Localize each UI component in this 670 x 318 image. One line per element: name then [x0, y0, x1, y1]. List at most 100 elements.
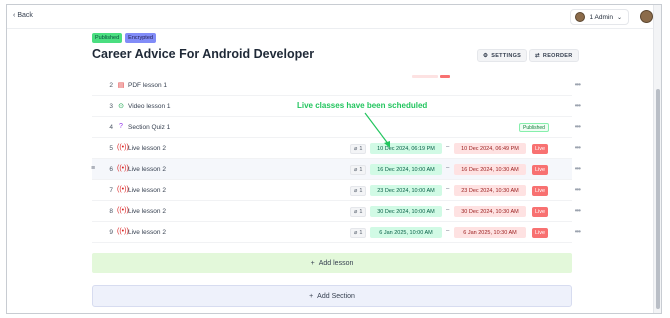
time-separator: –: [446, 165, 450, 171]
attachment-count[interactable]: ⌀ 1: [350, 186, 367, 196]
lesson-number: 3: [109, 103, 113, 110]
chevron-down-icon: ⌄: [616, 14, 622, 21]
end-time: 10 Dec 2024, 06:49 PM: [454, 143, 526, 154]
live-badge: Live: [532, 186, 549, 196]
lesson-number: 2: [109, 82, 113, 89]
plus-icon: +: [310, 259, 315, 267]
annotation-arrow: [364, 112, 390, 148]
attachment-count[interactable]: ⌀ 1: [350, 228, 367, 238]
more-options-icon[interactable]: •••: [575, 122, 581, 131]
back-link[interactable]: ‹ Back: [13, 12, 33, 19]
add-lesson-button[interactable]: + Add lesson: [92, 253, 572, 273]
video-icon: ⊙: [118, 103, 124, 110]
lesson-name[interactable]: Live lesson 2: [128, 208, 166, 215]
live-icon: ((•)): [117, 186, 129, 193]
lesson-number: 6: [109, 166, 113, 173]
paperclip-icon: ⌀: [354, 167, 358, 173]
end-time: 6 Jan 2025, 10:30 AM: [454, 227, 526, 238]
start-time: 30 Dec 2024, 10:00 AM: [370, 206, 442, 217]
gear-icon: ⚙: [483, 52, 489, 59]
live-icon: ((•)): [117, 144, 129, 151]
time-separator: –: [446, 228, 450, 234]
reorder-label: REORDER: [542, 52, 573, 59]
lesson-row[interactable]: 4 ? Section Quiz 1 Published •••: [92, 117, 581, 138]
add-section-button[interactable]: + Add Section: [92, 285, 572, 307]
published-status-badge: Published: [519, 123, 549, 132]
pdf-icon: ▤: [117, 82, 125, 89]
app-window: ‹ Back 1 Admin ⌄ Published Encrypted Car…: [6, 4, 662, 314]
live-badge: Live: [532, 207, 549, 217]
time-separator: –: [446, 207, 450, 213]
lesson-row[interactable]: 2 ▤ PDF lesson 1 •••: [92, 75, 581, 96]
attachment-number: 1: [359, 230, 363, 236]
start-time: 16 Dec 2024, 10:00 AM: [370, 164, 442, 175]
lesson-number: 4: [109, 124, 113, 131]
live-icon: ((•)): [117, 165, 129, 172]
reorder-button[interactable]: ⇄ REORDER: [529, 49, 579, 62]
lesson-name[interactable]: Live lesson 2: [128, 145, 166, 152]
lesson-name[interactable]: Live lesson 2: [128, 187, 166, 194]
course-badges: Published Encrypted: [92, 33, 156, 43]
live-badge: Live: [532, 144, 549, 154]
more-options-icon[interactable]: •••: [575, 80, 581, 89]
more-options-icon[interactable]: •••: [575, 206, 581, 215]
chevron-left-icon: ‹: [13, 12, 16, 19]
attachment-count[interactable]: ⌀ 1: [350, 207, 367, 217]
drag-handle-icon[interactable]: ≡: [91, 165, 95, 172]
end-time: 23 Dec 2024, 10:30 AM: [454, 185, 526, 196]
lesson-number: 8: [109, 208, 113, 215]
end-time: 16 Dec 2024, 10:30 AM: [454, 164, 526, 175]
attachment-number: 1: [359, 146, 363, 152]
attachment-number: 1: [359, 167, 363, 173]
live-badge: Live: [532, 228, 549, 238]
lesson-row[interactable]: 7 ((•)) Live lesson 2 ⌀ 1 23 Dec 2024, 10…: [92, 180, 581, 201]
admin-menu[interactable]: 1 Admin ⌄: [570, 9, 629, 25]
lesson-row[interactable]: 9 ((•)) Live lesson 2 ⌀ 1 6 Jan 2025, 10:…: [92, 222, 581, 243]
lesson-name[interactable]: Live lesson 2: [128, 166, 166, 173]
more-options-icon[interactable]: •••: [575, 185, 581, 194]
paperclip-icon: ⌀: [354, 230, 358, 236]
paperclip-icon: ⌀: [354, 188, 358, 194]
back-label: Back: [17, 12, 33, 19]
end-time: 30 Dec 2024, 10:30 AM: [454, 206, 526, 217]
more-options-icon[interactable]: •••: [575, 227, 581, 236]
time-separator: –: [446, 144, 450, 150]
add-section-label: Add Section: [317, 292, 355, 300]
paperclip-icon: ⌀: [354, 146, 358, 152]
live-icon: ((•)): [117, 207, 129, 214]
admin-label: 1 Admin: [589, 13, 613, 21]
lesson-number: 9: [109, 229, 113, 236]
encrypted-badge: Encrypted: [125, 33, 156, 43]
lesson-name[interactable]: Video lesson 1: [128, 103, 171, 110]
lesson-name[interactable]: Section Quiz 1: [128, 124, 170, 131]
lesson-number: 7: [109, 187, 113, 194]
annotation-text: Live classes have been scheduled: [297, 101, 428, 110]
add-lesson-label: Add lesson: [318, 259, 354, 267]
plus-icon: +: [309, 292, 314, 300]
live-badge: Live: [532, 165, 549, 175]
settings-button[interactable]: ⚙ SETTINGS: [477, 49, 528, 62]
settings-label: SETTINGS: [491, 52, 522, 59]
attachment-number: 1: [359, 209, 363, 215]
attachment-count[interactable]: ⌀ 1: [350, 165, 367, 175]
lesson-row[interactable]: 8 ((•)) Live lesson 2 ⌀ 1 30 Dec 2024, 10…: [92, 201, 581, 222]
more-options-icon[interactable]: •••: [575, 164, 581, 173]
scrollbar[interactable]: [653, 5, 661, 313]
attachment-number: 1: [359, 188, 363, 194]
avatar: [575, 12, 586, 22]
more-options-icon[interactable]: •••: [575, 143, 581, 152]
profile-avatar[interactable]: [640, 10, 653, 23]
quiz-icon: ?: [119, 123, 123, 130]
reorder-icon: ⇄: [535, 52, 540, 59]
start-time: 23 Dec 2024, 10:00 AM: [370, 185, 442, 196]
more-options-icon[interactable]: •••: [575, 101, 581, 110]
time-separator: –: [446, 186, 450, 192]
lesson-row[interactable]: 5 ((•)) Live lesson 2 ⌀ 1 10 Dec 2024, 06…: [92, 138, 581, 159]
lesson-name[interactable]: Live lesson 2: [128, 229, 166, 236]
lesson-row[interactable]: ≡ 6 ((•)) Live lesson 2 ⌀ 1 16 Dec 2024, …: [91, 159, 581, 180]
start-time: 6 Jan 2025, 10:00 AM: [370, 227, 442, 238]
scrollbar-thumb[interactable]: [656, 89, 660, 309]
lesson-name[interactable]: PDF lesson 1: [128, 82, 167, 89]
live-icon: ((•)): [117, 228, 129, 235]
page-title: Career Advice For Android Developer: [92, 47, 315, 61]
